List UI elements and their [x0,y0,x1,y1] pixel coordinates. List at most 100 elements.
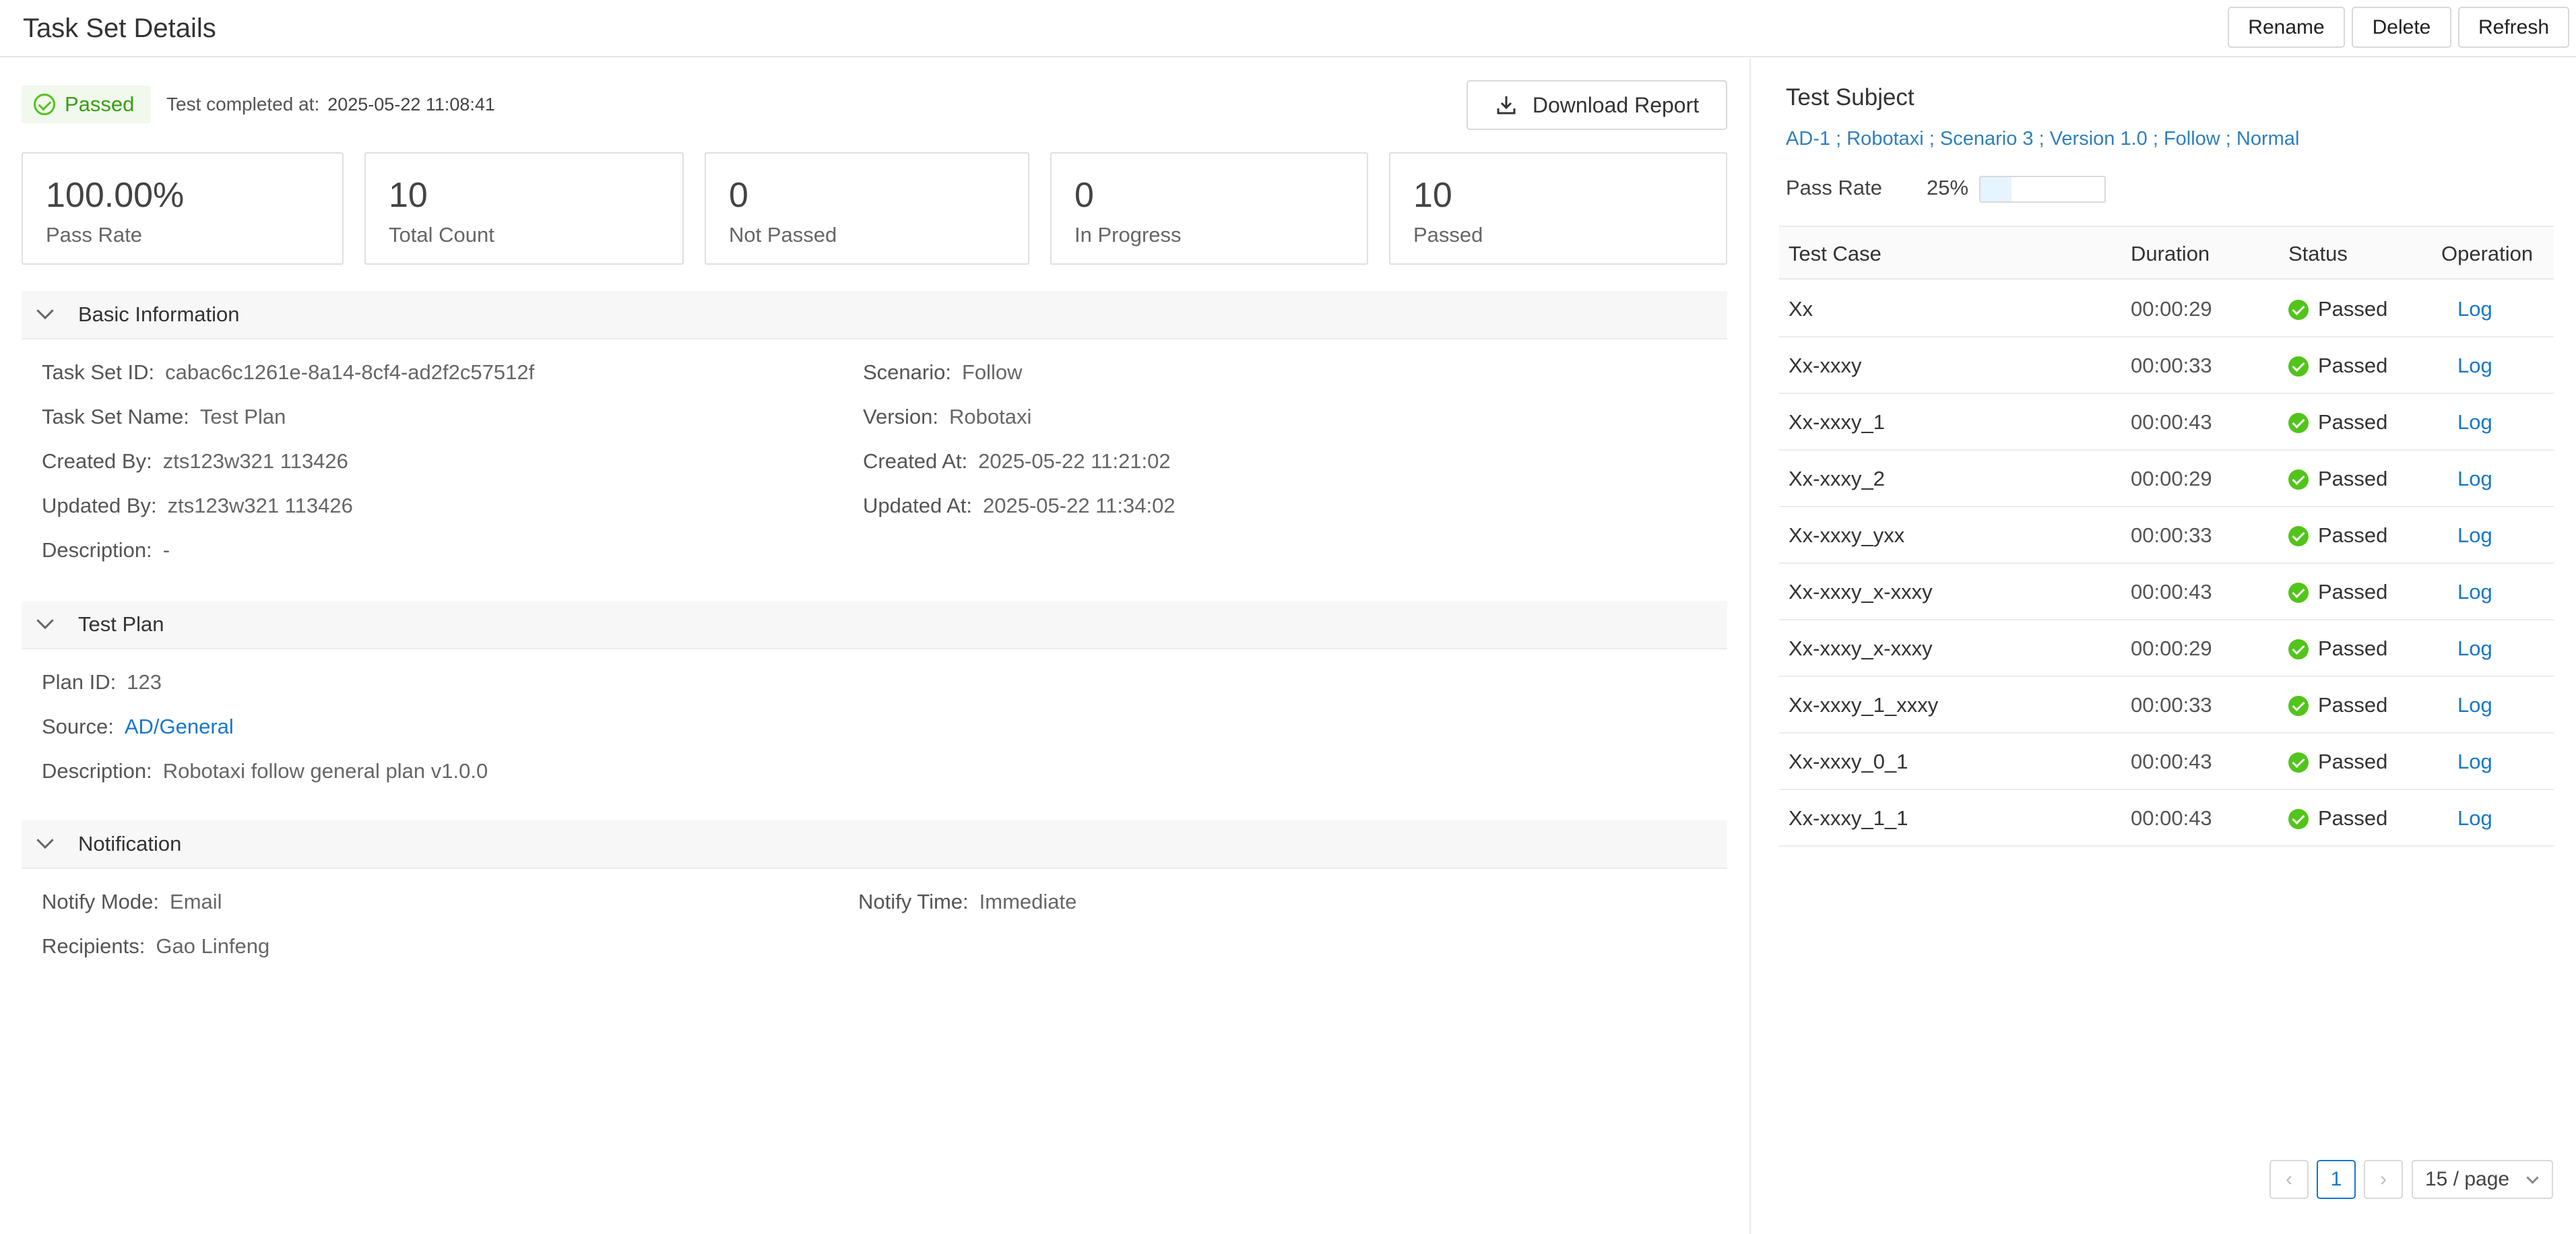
duration-value: 00:00:43 [2131,580,2212,604]
stat-value: 0 [1074,176,1094,215]
duration-value: 00:00:43 [2131,750,2212,773]
task-set-panel: Passed Test completed at: 2025-05-22 11:0… [0,59,1749,1234]
field-value: 2025-05-22 11:21:02 [978,449,1171,473]
stat-value: 0 [729,176,748,215]
field-value: Test Plan [199,405,286,428]
log-link[interactable]: Log [2457,806,2492,831]
table-row: Xx-xxxy_1_xxxy 00:00:33 Passed Log [1779,677,2554,734]
check-circle-icon [2288,413,2309,433]
check-circle-icon [2288,696,2309,716]
check-circle-icon [2288,583,2309,603]
field-value: zts123w321 113426 [167,494,353,517]
duration-value: 00:00:43 [2131,410,2212,434]
pass-rate-value: 25% [1927,176,1969,199]
basic-info-section-header[interactable]: Basic Information [22,291,1727,339]
log-link[interactable]: Log [2457,467,2492,491]
chevron-down-icon [36,612,54,630]
stat-value: 10 [389,176,428,215]
next-page-button[interactable]: › [2364,1160,2403,1199]
test-case-name: Xx-xxxy_x-xxxy [1789,637,1933,660]
test-case-name: Xx-xxxy [1789,354,1862,377]
status-value: Passed [2318,467,2388,490]
table-row: Xx-xxxy_2 00:00:29 Passed Log [1779,451,2554,507]
stat-value: 100.00% [46,176,185,215]
status-value: Passed [2318,806,2388,830]
field-label: Scenario: [863,360,951,384]
field-value: Follow [961,360,1023,384]
status-value: Passed [2318,297,2388,321]
table-row: Xx-xxxy_0_1 00:00:43 Passed Log [1779,734,2554,790]
completed-time: Test completed at: 2025-05-22 11:08:41 [166,94,495,115]
source-link[interactable]: AD/General [125,715,234,738]
table-row: Xx-xxxy_x-xxxy 00:00:43 Passed Log [1779,564,2554,620]
field-label: Version: [863,405,939,428]
notification-section-header[interactable]: Notification [22,820,1727,869]
status-value: Passed [2318,354,2388,377]
log-link[interactable]: Log [2457,523,2492,548]
stat-label: In Progress [1074,223,1182,247]
section-title: Notification [78,832,182,855]
refresh-button[interactable]: Refresh [2458,7,2569,48]
completed-label: Test completed at: [166,94,320,115]
status-value: Passed [2318,523,2388,547]
field-label: Created At: [863,449,968,473]
page-size-value: 15 / page [2425,1168,2510,1190]
test-case-name: Xx-xxxy_1_1 [1789,806,1908,830]
stat-value: 10 [1413,176,1452,215]
test-case-name: Xx [1789,297,1813,321]
table-row: Xx-xxxy_1_1 00:00:43 Passed Log [1779,790,2554,847]
table-row: Xx-xxxy 00:00:33 Passed Log [1779,337,2554,394]
download-report-button[interactable]: Download Report [1467,80,1727,130]
page-size-select[interactable]: 15 / page [2412,1160,2553,1199]
field-label: Created By: [42,449,152,473]
log-link[interactable]: Log [2457,750,2492,774]
log-link[interactable]: Log [2457,637,2492,661]
log-link[interactable]: Log [2457,410,2492,434]
field-value: zts123w321 113426 [162,449,348,473]
duration-value: 00:00:33 [2131,354,2212,377]
task-set-name-field: Task Set Name: Test Plan [42,405,286,429]
page-1-button[interactable]: 1 [2317,1160,2356,1199]
test-case-name: Xx-xxxy_yxx [1789,523,1905,547]
col-duration: Duration [2131,242,2210,265]
test-case-name: Xx-xxxy_1 [1789,410,1885,434]
delete-button[interactable]: Delete [2352,7,2451,48]
log-link[interactable]: Log [2457,297,2492,321]
col-status: Status [2288,242,2348,265]
duration-value: 00:00:33 [2131,523,2212,547]
created-by-field: Created By: zts123w321 113426 [42,449,348,474]
field-value: Robotaxi [949,405,1032,428]
stat-label: Passed [1413,223,1483,247]
chevron-left-icon: ‹ [2286,1168,2292,1190]
stat-label: Total Count [389,223,494,247]
prev-page-button[interactable]: ‹ [2269,1160,2309,1199]
table-header: Test Case Duration Status Operation [1779,226,2554,280]
test-subject-title: Test Subject [1786,84,1914,110]
log-link[interactable]: Log [2457,693,2492,717]
rename-button[interactable]: Rename [2228,7,2345,48]
table-row: Xx-xxxy_yxx 00:00:33 Passed Log [1779,507,2554,564]
field-label: Task Set ID: [42,360,155,384]
field-value: Email [170,890,222,913]
task-set-id-field: Task Set ID: cabac6c1261e-8a14-8cf4-ad2f2… [42,360,534,385]
duration-value: 00:00:43 [2131,806,2212,830]
field-label: Description: [42,759,152,783]
duration-value: 00:00:33 [2131,693,2212,717]
stat-card-not-passed: 0 Not Passed [705,152,1029,265]
section-title: Basic Information [78,302,240,326]
duration-value: 00:00:29 [2131,297,2212,321]
check-circle-icon [2288,469,2309,490]
description-field: Description: - [42,538,170,562]
duration-value: 00:00:29 [2131,637,2212,660]
log-link[interactable]: Log [2457,354,2492,378]
version-field: Version: Robotaxi [863,405,1031,429]
pass-rate-label: Pass Rate [1786,176,1883,199]
notify-time-field: Notify Time: Immediate [858,890,1076,914]
test-case-name: Xx-xxxy_2 [1789,467,1885,490]
stat-card-in-progress: 0 In Progress [1050,152,1368,265]
plan-id-field: Plan ID: 123 [42,670,162,694]
field-label: Description: [42,538,152,562]
log-link[interactable]: Log [2457,580,2492,604]
test-plan-section-header[interactable]: Test Plan [22,601,1727,649]
field-value: Gao Linfeng [156,934,270,958]
